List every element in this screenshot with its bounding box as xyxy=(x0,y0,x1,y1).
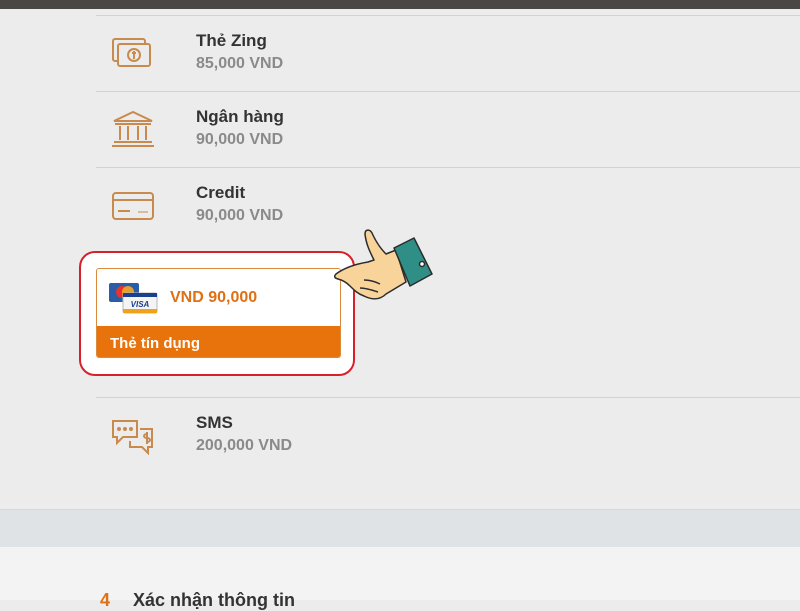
payment-method-credit[interactable]: Credit 90,000 VND xyxy=(96,167,800,243)
card-label-bar: Thẻ tín dụng xyxy=(97,326,340,357)
payment-method-zing[interactable]: Thẻ Zing 85,000 VND xyxy=(96,15,800,91)
credit-card-option[interactable]: VISA VND 90,000 Thẻ tín dụng xyxy=(96,268,341,358)
credit-card-icon xyxy=(112,192,154,220)
svg-text:VISA: VISA xyxy=(131,300,150,309)
mastercard-visa-logo: VISA xyxy=(109,283,158,314)
payment-method-name: Credit xyxy=(196,183,246,202)
card-amount: VND 90,000 xyxy=(170,289,258,306)
bank-icon xyxy=(112,110,154,147)
payment-method-name: SMS xyxy=(196,413,233,432)
step-title: Xác nhận thông tin xyxy=(133,590,295,610)
step-number: 4 xyxy=(100,590,111,610)
zing-card-icon xyxy=(112,38,151,67)
payment-method-name: Ngân hàng xyxy=(196,107,284,126)
top-bar xyxy=(0,0,800,9)
payment-method-sms[interactable]: SMS 200,000 VND xyxy=(96,397,800,473)
payment-method-bank[interactable]: Ngân hàng 90,000 VND xyxy=(96,91,800,167)
payment-method-price: 90,000 VND xyxy=(196,207,284,224)
payment-method-name: Thẻ Zing xyxy=(196,31,267,50)
pointing-hand-icon xyxy=(334,229,433,300)
next-step-section: 4 Xác nhận thông tin xyxy=(0,547,800,610)
sms-icon xyxy=(112,420,153,455)
card-label: Thẻ tín dụng xyxy=(110,335,200,352)
payment-method-price: 90,000 VND xyxy=(196,131,284,148)
payment-method-price: 200,000 VND xyxy=(196,437,293,454)
card-header: VISA VND 90,000 xyxy=(97,269,340,326)
payment-method-price: 85,000 VND xyxy=(196,55,284,72)
section-divider xyxy=(0,509,800,548)
